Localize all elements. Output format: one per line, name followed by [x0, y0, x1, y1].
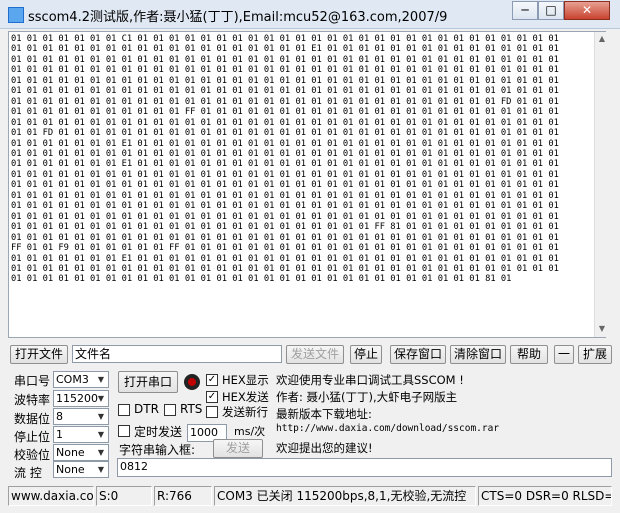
- baud-value: 115200: [56, 392, 98, 405]
- timed-send-checkbox[interactable]: [118, 425, 130, 437]
- stopbits-label: 停止位: [14, 430, 51, 444]
- stopbits-select[interactable]: 1 ▼: [53, 426, 109, 443]
- stopbits-value: 1: [56, 428, 63, 441]
- info-author: 作者: 聂小猛(丁丁),大虾电子网版主: [276, 390, 458, 404]
- timed-send-label: 定时发送: [134, 425, 183, 439]
- hex-send-label: HEX发送: [222, 390, 269, 404]
- status-lines: CTS=0 DSR=0 RLSD=0: [478, 486, 612, 506]
- maximize-button[interactable]: □: [538, 1, 564, 20]
- help-button[interactable]: 帮助: [510, 345, 548, 364]
- rts-label: RTS: [180, 402, 203, 416]
- clear-window-button[interactable]: 清除窗口: [450, 345, 506, 364]
- parity-value: None: [56, 446, 85, 459]
- chevron-down-icon: ▼: [97, 375, 105, 384]
- collapse-button[interactable]: 一: [554, 345, 574, 364]
- hex-send-checkbox[interactable]: ✓: [206, 391, 218, 403]
- flow-label: 流 控: [14, 466, 42, 480]
- port-value: COM3: [56, 373, 89, 386]
- stop-button[interactable]: 停止: [350, 345, 382, 364]
- status-received: R:766: [154, 486, 212, 506]
- flow-select[interactable]: None ▼: [53, 461, 109, 478]
- input-label: 字符串输入框:: [119, 443, 196, 457]
- send-file-button[interactable]: 发送文件: [286, 345, 344, 364]
- interval-unit: ms/次: [234, 425, 266, 438]
- dtr-label: DTR: [134, 402, 159, 416]
- scroll-up-icon[interactable]: ▲: [595, 34, 609, 43]
- chevron-down-icon: ▼: [97, 412, 105, 421]
- chevron-down-icon: ▼: [97, 430, 105, 439]
- receive-area[interactable]: 01 01 01 01 01 01 01 C1 01 01 01 01 01 0…: [8, 31, 606, 338]
- port-label: 串口号: [14, 374, 51, 388]
- info-download-link[interactable]: http://www.daxia.com/download/sscom.rar: [276, 423, 499, 434]
- open-port-button[interactable]: 打开串口: [118, 371, 178, 393]
- filename-field[interactable]: 文件名: [72, 345, 282, 363]
- databits-select[interactable]: 8 ▼: [53, 408, 109, 425]
- save-window-button[interactable]: 保存窗口: [390, 345, 446, 364]
- status-port: COM3 已关闭 115200bps,8,1,无校验,无流控: [214, 486, 476, 506]
- port-status-led-icon: [184, 374, 200, 390]
- expand-button[interactable]: 扩展: [578, 345, 612, 364]
- receive-scrollbar[interactable]: ▲ ▼: [594, 32, 609, 337]
- send-newline-label: 发送新行: [222, 405, 268, 419]
- port-select[interactable]: COM3 ▼: [53, 371, 109, 388]
- minimize-button[interactable]: ─: [512, 1, 538, 20]
- hex-display-label: HEX显示: [222, 373, 269, 387]
- baud-select[interactable]: 115200 ▼: [53, 390, 109, 407]
- baud-label: 波特率: [14, 393, 51, 407]
- send-newline-checkbox[interactable]: [206, 406, 218, 418]
- window-title: sscom4.2测试版,作者:聂小猛(丁丁),Email:mcu52@163.c…: [28, 10, 448, 25]
- parity-select[interactable]: None ▼: [53, 444, 109, 461]
- close-button[interactable]: ✕: [564, 1, 610, 20]
- chevron-down-icon: ▼: [97, 394, 105, 403]
- databits-value: 8: [56, 410, 63, 423]
- status-sent: S:0: [96, 486, 152, 506]
- chevron-down-icon: ▼: [97, 448, 105, 457]
- databits-label: 数据位: [14, 412, 51, 426]
- receive-text: 01 01 01 01 01 01 01 C1 01 01 01 01 01 0…: [11, 34, 559, 285]
- led-dot-icon: [188, 378, 196, 386]
- open-file-button[interactable]: 打开文件: [10, 345, 68, 364]
- chevron-down-icon: ▼: [97, 465, 105, 474]
- app-icon: [8, 7, 24, 23]
- info-download-label: 最新版本下载地址:: [276, 407, 372, 421]
- dtr-checkbox[interactable]: [118, 404, 130, 416]
- hex-display-checkbox[interactable]: ✓: [206, 374, 218, 386]
- status-site[interactable]: www.daxia.com: [8, 486, 94, 506]
- flow-value: None: [56, 463, 85, 476]
- parity-label: 校验位: [14, 448, 51, 462]
- info-feedback: 欢迎提出您的建议!: [276, 441, 373, 455]
- rts-checkbox[interactable]: [164, 404, 176, 416]
- send-button[interactable]: 发送: [213, 439, 263, 458]
- send-input[interactable]: 0812: [117, 458, 612, 477]
- info-welcome: 欢迎使用专业串口调试工具SSCOM !: [276, 373, 464, 387]
- scroll-down-icon[interactable]: ▼: [595, 324, 609, 333]
